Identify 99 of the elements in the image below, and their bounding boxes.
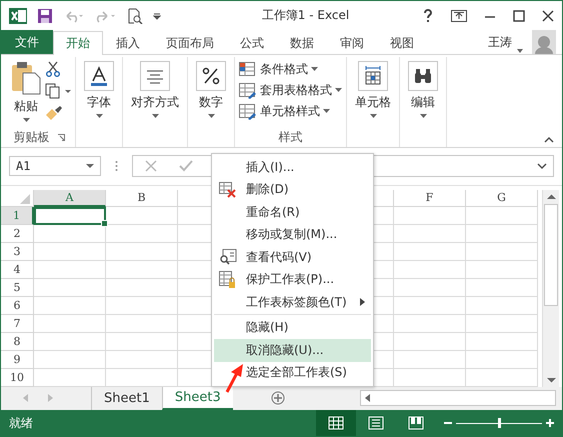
caret-icon [152, 114, 158, 120]
caret-icon [22, 118, 30, 124]
triangle-icon [20, 194, 30, 204]
column-header[interactable]: G [466, 190, 538, 207]
group-label: 剪贴板 [14, 129, 50, 146]
active-cell[interactable] [34, 206, 106, 225]
window-title: 工作簿1 - Excel [260, 7, 350, 24]
row-header[interactable]: 6 [1, 296, 34, 315]
caret-icon [208, 114, 214, 120]
scroll-left-icon[interactable] [365, 394, 371, 402]
caret-icon [96, 114, 102, 120]
view-code-icon [219, 249, 237, 266]
ribbon-tab[interactable]: 数据 [277, 31, 327, 54]
caret-icon [370, 114, 376, 120]
row-header[interactable]: 10 [1, 368, 34, 387]
caret-icon [335, 88, 342, 94]
excel-logo-icon[interactable] [9, 6, 27, 25]
group-label: 样式 [278, 129, 302, 146]
ribbon-button[interactable]: 编辑 [404, 57, 442, 147]
scroll-up-icon[interactable] [546, 194, 556, 200]
row-header[interactable]: 1 [1, 206, 34, 225]
maximize-icon[interactable] [513, 10, 525, 22]
zoom-out-icon[interactable] [444, 419, 452, 427]
column-header[interactable]: F [394, 190, 466, 207]
style-menu-button[interactable]: 单元格样式 [239, 103, 342, 120]
expand-icon[interactable] [537, 162, 547, 170]
add-sheet-icon[interactable] [270, 391, 285, 406]
row-header[interactable]: 4 [1, 260, 34, 279]
status-text: 就绪 [9, 414, 33, 432]
paste-button[interactable]: 粘贴 [7, 57, 45, 129]
ribbon-button[interactable]: 数字 [192, 57, 230, 147]
table-icon [239, 82, 257, 99]
close-icon[interactable] [542, 10, 554, 22]
menu-item[interactable]: 查看代码(V) [214, 246, 371, 268]
caret-icon [86, 164, 94, 169]
dialog-launcher-icon[interactable] [58, 134, 64, 142]
row-header[interactable]: 3 [1, 242, 34, 261]
table-icon [239, 62, 257, 78]
scroll-down-icon[interactable] [546, 376, 556, 383]
more-icon[interactable] [115, 160, 118, 172]
help-icon[interactable] [422, 8, 434, 23]
menu-item[interactable]: 删除(D) [214, 178, 371, 201]
normal-view-button[interactable] [316, 410, 356, 436]
ribbon-tab[interactable]: 插入 [103, 31, 153, 54]
zoom-in-icon[interactable] [546, 419, 554, 427]
menu-item[interactable]: 保护工作表(P)... [214, 268, 371, 291]
vertical-scrollbar[interactable] [542, 190, 559, 387]
row-header[interactable]: 7 [1, 314, 34, 333]
row-header[interactable]: 9 [1, 350, 34, 369]
menu-item[interactable]: 工作表标签颜色(T) [214, 291, 371, 314]
copy-icon[interactable] [45, 83, 71, 100]
style-menu-button[interactable]: 条件格式 [239, 61, 342, 78]
print-preview-icon[interactable] [127, 8, 143, 24]
ribbon-button[interactable]: 字体 [80, 57, 118, 147]
menu-item[interactable]: 重命名(R) [214, 201, 371, 224]
sheet-tab[interactable]: Sheet3 [162, 386, 233, 410]
lock-sheet-icon [219, 270, 237, 289]
clipboard-icon [11, 61, 41, 96]
submenu-arrow-icon [360, 298, 365, 306]
caret-icon [323, 109, 330, 114]
ribbon-tab[interactable]: 开始 [53, 31, 103, 56]
row-header[interactable]: 8 [1, 332, 34, 351]
ribbon-tab[interactable]: 审阅 [327, 31, 377, 54]
customize-caret-icon[interactable] [153, 12, 161, 20]
page-icon [368, 416, 384, 430]
menu-item[interactable]: 插入(I)... [214, 156, 371, 178]
user-name[interactable]: 王涛 [488, 34, 512, 51]
ribbon-button[interactable]: 单元格 [351, 57, 395, 147]
delete-sheet-icon [219, 182, 237, 198]
ribbon-button[interactable]: 对齐方式 [127, 57, 183, 147]
save-icon[interactable] [37, 8, 53, 24]
caret-icon [311, 67, 318, 72]
menu-item[interactable]: 选定全部工作表(S) [214, 362, 371, 384]
annotation-arrow [225, 363, 245, 393]
caret-icon[interactable] [516, 48, 524, 54]
zoom-thumb[interactable] [498, 418, 501, 428]
format-painter-icon[interactable] [45, 105, 63, 122]
page-break-icon [408, 416, 424, 430]
collapse-ribbon-icon[interactable] [544, 136, 554, 143]
name-box[interactable]: A1 [9, 156, 101, 176]
horizontal-scrollbar[interactable] [360, 390, 556, 406]
cut-icon[interactable] [45, 61, 61, 78]
column-header[interactable]: B [106, 190, 178, 207]
column-header[interactable]: A [34, 190, 106, 207]
file-tab[interactable]: 文件 [1, 30, 53, 54]
style-menu-button[interactable]: 套用表格格式 [239, 82, 342, 100]
menu-item[interactable]: 移动或复制(M)... [214, 224, 371, 246]
font-icon [88, 65, 110, 88]
menu-item[interactable]: 隐藏(H) [214, 316, 371, 339]
row-header[interactable]: 2 [1, 224, 34, 243]
table-icon [239, 104, 257, 120]
ribbon-display-icon[interactable] [451, 10, 467, 22]
row-header[interactable]: 5 [1, 278, 34, 297]
ribbon-tab[interactable]: 视图 [377, 31, 427, 54]
menu-item[interactable]: 取消隐藏(U)... [214, 339, 371, 362]
ribbon-tab[interactable]: 公式 [227, 31, 277, 54]
ribbon-tab[interactable]: 页面布局 [153, 31, 227, 54]
grid-icon [328, 416, 344, 430]
caret-icon [420, 114, 426, 120]
